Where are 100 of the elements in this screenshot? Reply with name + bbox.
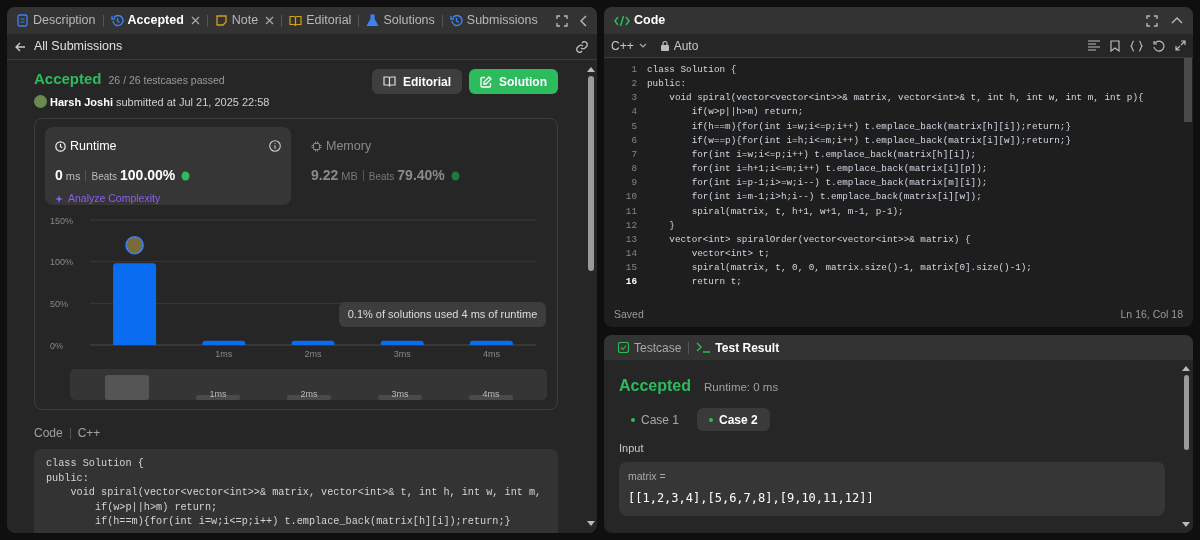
code-line: class Solution { (647, 63, 737, 77)
fullscreen-icon[interactable] (556, 14, 568, 27)
save-status: Saved (614, 307, 644, 323)
scroll-up-icon[interactable] (1182, 365, 1190, 371)
case-tab[interactable]: Case 2 (697, 408, 770, 431)
code-line: if(w==p){for(int i=h;i<=m;i++) t.emplace_back(matrix[i][w]);return;} (690, 133, 1071, 148)
line-number: 15 (624, 261, 637, 276)
axis-label: 100% (50, 257, 74, 268)
metric-value: 0 ms (55, 165, 81, 185)
line-number: 2 (630, 77, 637, 92)
scroll-down-icon[interactable] (1182, 522, 1190, 528)
expand-icon[interactable] (1175, 40, 1186, 51)
line-number: 4 (630, 105, 637, 120)
scroll-down-icon[interactable] (587, 521, 595, 527)
fullscreen-icon[interactable] (1146, 14, 1158, 27)
testcases-text: 26 / 26 testcases passed (108, 73, 225, 88)
tab[interactable]: Test Result (696, 338, 780, 357)
code-line: vector<int> t; (690, 247, 770, 262)
dot-icon (709, 417, 714, 422)
line-number: 9 (630, 176, 637, 191)
bar[interactable] (291, 340, 335, 345)
link-icon[interactable] (575, 39, 589, 54)
scroll-up-icon[interactable] (587, 66, 595, 72)
code-line: } (668, 218, 675, 233)
caret-icon (638, 43, 647, 48)
axis-label: 50% (50, 298, 68, 309)
close-icon[interactable] (190, 16, 200, 25)
code-line: spiral(matrix, t, h+1, w+1, m-1, p-1); (690, 204, 904, 219)
navigator-label: 3ms (391, 389, 409, 399)
bookmark-icon[interactable] (1110, 39, 1120, 52)
history-icon (449, 14, 463, 27)
line-number: 5 (630, 119, 637, 134)
bar[interactable] (113, 263, 157, 345)
avatar (125, 236, 144, 255)
back-arrow-icon (15, 41, 26, 52)
language-label: C++ (77, 425, 101, 442)
line-number: 1 (630, 63, 637, 77)
metric-card[interactable]: Runtime 0 ms Beats 100.00% Analyze Complexity (45, 127, 291, 205)
range-handle[interactable] (105, 375, 149, 400)
checkbox-icon (618, 342, 629, 353)
code-line: class Solution { (46, 457, 145, 471)
code-line: spiral(matrix, t, 0, 0, matrix.size()-1, matrix[0].size()-1); (690, 261, 1032, 276)
scrollbar[interactable] (1184, 58, 1192, 122)
dot-icon (631, 417, 635, 422)
axis-label: 150% (50, 215, 74, 226)
author-link[interactable]: Harsh Joshi (50, 93, 113, 110)
cursor-position: Ln 16, Col 18 (1120, 307, 1183, 323)
tab[interactable]: Solutions (366, 11, 435, 30)
clock-icon (55, 140, 66, 152)
language-dropdown[interactable]: C++ (611, 36, 647, 55)
bar[interactable] (202, 340, 246, 345)
tab[interactable]: Submissions (449, 11, 538, 30)
metric-title: Runtime (70, 138, 117, 155)
navigator-label: 2ms (300, 389, 318, 399)
format-icon[interactable] (1088, 40, 1100, 51)
note-icon (214, 14, 228, 27)
info-icon[interactable] (269, 140, 281, 153)
runtime-text: Runtime: 0 ms (704, 380, 779, 395)
avatar (34, 95, 47, 109)
scrollbar[interactable] (588, 76, 594, 271)
tab[interactable]: Description (16, 11, 96, 30)
input-label: Input (619, 441, 645, 456)
navigator-label: 4ms (482, 389, 500, 399)
tab[interactable]: Note (214, 11, 259, 30)
collapse-icon[interactable] (580, 14, 587, 27)
beats-value: Beats 100.00% (91, 165, 176, 185)
back-link[interactable]: All Submissions (15, 37, 123, 56)
line-number: 11 (624, 204, 637, 219)
close-icon[interactable] (265, 16, 275, 25)
book-icon (383, 76, 396, 87)
axis-label: 4ms (482, 349, 500, 359)
tab[interactable]: Editorial (289, 11, 352, 30)
code-line: public: (46, 471, 90, 486)
editorial-button[interactable]: Editorial (372, 69, 462, 94)
metric-card[interactable]: Memory 9.22 MB Beats 79.40% (301, 127, 547, 205)
case-tab[interactable]: Case 1 (619, 408, 692, 431)
code-line: public: (647, 77, 687, 92)
sparkle-icon (55, 193, 65, 204)
code-line: if(h==m){for(int i=w;i<=p;i++) t.emplace_back(matrix[h][i]);return;} (93, 515, 512, 529)
bar[interactable] (469, 340, 513, 345)
navigator-label: 1ms (209, 389, 227, 399)
code-line: for(int i=p-1;i>=w;i--) t.emplace_back(matrix[m][i]); (690, 176, 988, 191)
collapse-icon[interactable] (1171, 17, 1183, 24)
reset-icon[interactable] (1153, 39, 1165, 52)
scrollbar[interactable] (1183, 375, 1189, 450)
line-number: 10 (624, 190, 637, 205)
braces-icon[interactable] (1130, 39, 1143, 52)
navigator-bar (196, 395, 240, 400)
metric-value: 9.22 MB (311, 165, 358, 185)
bar[interactable] (380, 340, 424, 345)
metric-title: Memory (326, 138, 372, 155)
navigator-bar (469, 395, 513, 400)
tab[interactable]: Testcase (618, 338, 682, 357)
terminal-icon (696, 342, 711, 353)
line-number: 8 (630, 162, 637, 177)
tab[interactable]: Accepted (110, 11, 184, 30)
auto-mode[interactable]: Auto (660, 36, 699, 55)
code-line: return t; (690, 275, 742, 290)
line-number: 6 (630, 133, 637, 148)
input-name: matrix = (628, 468, 667, 484)
